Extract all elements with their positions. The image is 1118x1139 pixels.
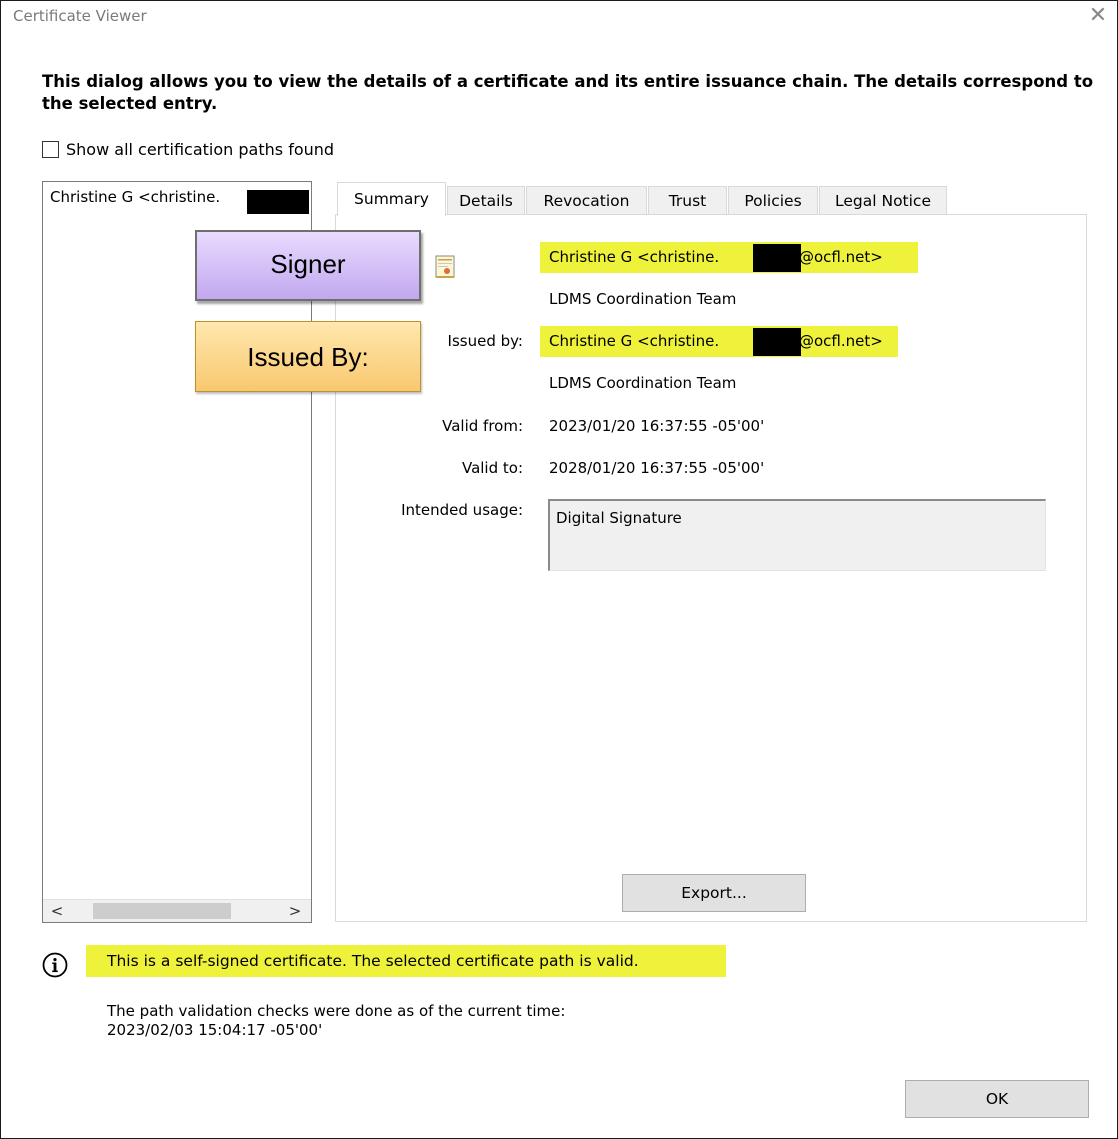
issued-by-callout: Issued By:: [195, 321, 421, 392]
tab-policies[interactable]: Policies: [728, 186, 818, 214]
close-icon[interactable]: ✕: [1085, 3, 1111, 29]
window-title: Certificate Viewer: [13, 7, 147, 25]
ok-button[interactable]: OK: [905, 1080, 1089, 1118]
export-button[interactable]: Export...: [622, 874, 806, 912]
intended-usage-value: Digital Signature: [556, 509, 682, 527]
valid-from-label: Valid from:: [442, 417, 523, 435]
certificate-icon: [435, 255, 455, 278]
intended-usage-box: Digital Signature: [548, 499, 1046, 571]
valid-to-value: 2028/01/20 16:37:55 -05'00': [549, 459, 765, 477]
valid-to-label: Valid to:: [461, 459, 523, 477]
intended-usage-label: Intended usage:: [401, 501, 523, 519]
validation-time: 2023/02/03 15:04:17 -05'00': [107, 1021, 323, 1039]
subject-email-domain: @ocfl.net>: [799, 248, 883, 266]
issuer-name: Christine G <christine.: [549, 332, 720, 350]
signer-callout: Signer: [195, 230, 421, 301]
scroll-right-arrow-icon[interactable]: >: [283, 900, 307, 922]
intro-text: This dialog allows you to view the detai…: [42, 72, 1094, 113]
certificate-viewer-dialog: Certificate Viewer ✕ This dialog allows …: [0, 0, 1118, 1139]
issuer-organization: LDMS Coordination Team: [549, 374, 737, 392]
redaction-bar: [753, 328, 801, 356]
tab-revocation[interactable]: Revocation: [526, 186, 647, 214]
validation-note-text: The path validation checks were done as …: [107, 1002, 566, 1020]
issuer-email-domain: @ocfl.net>: [799, 332, 883, 350]
valid-from-value: 2023/01/20 16:37:55 -05'00': [549, 417, 765, 435]
tab-details[interactable]: Details: [447, 186, 525, 214]
tab-trust[interactable]: Trust: [648, 186, 727, 214]
horizontal-scrollbar[interactable]: < >: [43, 899, 311, 922]
subject-name: Christine G <christine.: [549, 248, 720, 266]
subject-organization: LDMS Coordination Team: [549, 290, 737, 308]
scroll-thumb[interactable]: [93, 903, 231, 919]
show-all-paths-label[interactable]: Show all certification paths found: [66, 140, 334, 159]
tab-summary[interactable]: Summary: [337, 182, 446, 216]
show-all-paths-checkbox[interactable]: [42, 140, 59, 158]
validation-note: The path validation checks were done as …: [107, 1002, 565, 1040]
redaction-bar: [247, 190, 309, 214]
status-message: This is a self-signed certificate. The s…: [107, 952, 639, 970]
scroll-left-arrow-icon[interactable]: <: [45, 900, 69, 922]
title-bar: Certificate Viewer ✕: [1, 1, 1117, 35]
show-all-paths-option[interactable]: Show all certification paths found: [42, 138, 334, 160]
chain-item-label[interactable]: Christine G <christine.: [50, 188, 220, 206]
info-icon: [42, 952, 68, 978]
tab-legal-notice[interactable]: Legal Notice: [819, 186, 947, 214]
redaction-bar: [753, 244, 801, 272]
